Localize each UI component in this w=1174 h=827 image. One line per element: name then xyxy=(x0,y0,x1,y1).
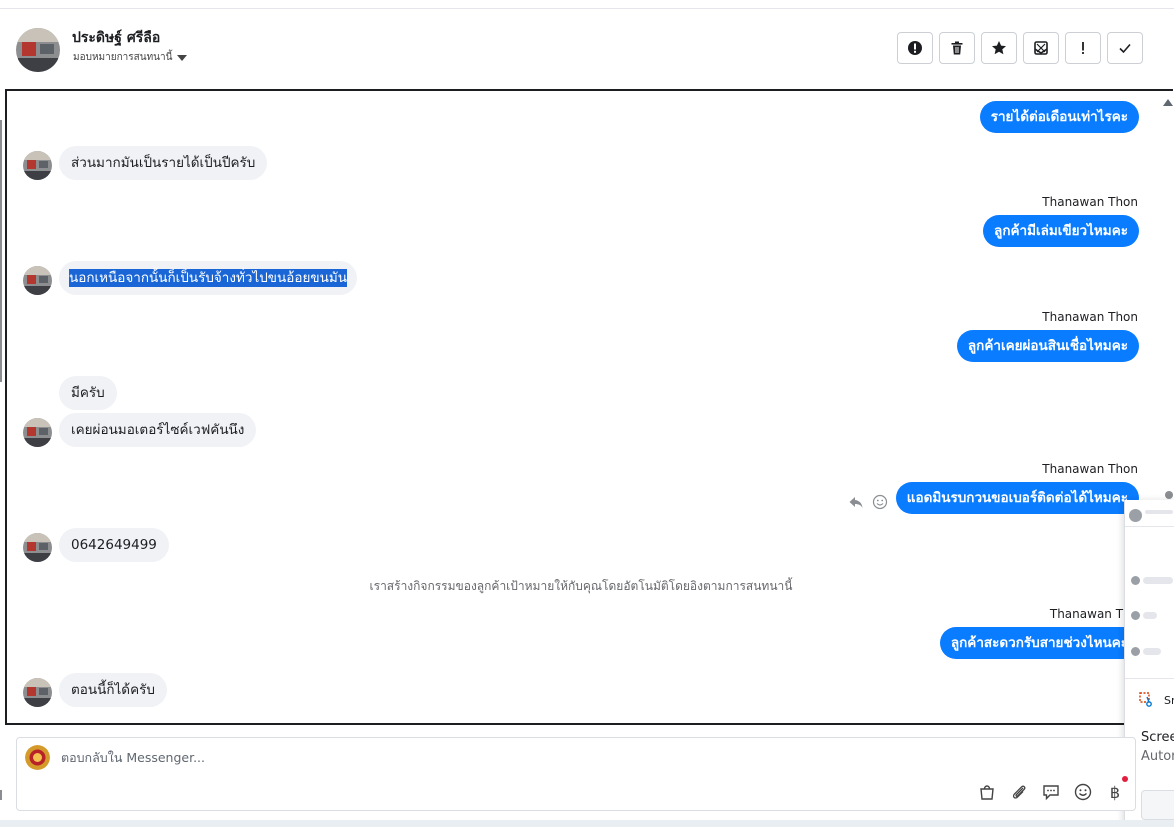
mini-bubble xyxy=(1143,612,1157,619)
assign-label: มอบหมายการสนทนานี้ xyxy=(73,52,173,63)
snip-line-1: Scree xyxy=(1141,730,1174,745)
message-tools xyxy=(848,494,888,510)
selected-text: นอกเหนือจากนั้นก็เป็นรับจ้างทั่วไปขนอ้อย… xyxy=(69,269,347,287)
mark-unread-button[interactable] xyxy=(1023,32,1059,64)
left-panel-edge xyxy=(0,120,2,382)
reply-composer: ฿ xyxy=(16,737,1136,811)
spam-button[interactable] xyxy=(897,32,933,64)
page-avatar xyxy=(25,745,50,770)
attach-button[interactable] xyxy=(1009,782,1029,802)
mini-divider xyxy=(1125,678,1174,679)
sender-name: Thanawan Thon xyxy=(1042,462,1138,476)
bottom-bar xyxy=(0,820,1174,827)
emoji-icon xyxy=(1074,783,1092,801)
mini-divider xyxy=(1125,526,1174,527)
composer-toolbar: ฿ xyxy=(977,776,1128,802)
action-toolbar xyxy=(897,32,1143,64)
emoji-reaction-icon[interactable] xyxy=(872,494,888,510)
follow-up-button[interactable] xyxy=(1065,32,1101,64)
alert-circle-icon xyxy=(908,41,922,55)
mini-avatar xyxy=(1129,509,1142,522)
snip-action-button[interactable] xyxy=(1141,790,1174,820)
incoming-message[interactable]: ส่วนมากมันเป็นรายได้เป็นปีครับ xyxy=(59,146,268,180)
conversation-header: ประดิษฐ์ ศรีลือ มอบหมายการสนทนานี้ xyxy=(0,10,1174,88)
incoming-message[interactable]: ตอนนี้ก็ได้ครับ xyxy=(59,673,167,707)
sender-name: Thanawan Thon xyxy=(1042,195,1138,209)
system-notice: เราสร้างกิจกรรมของลูกค้าเป้าหมายให้กับคุ… xyxy=(369,579,793,593)
incoming-message[interactable]: เคยผ่อนมอเตอร์ไซค์เวฟคันนึง xyxy=(59,413,257,447)
mini-avatar xyxy=(1131,647,1140,656)
mark-unread-icon xyxy=(1034,41,1048,55)
snip-line-2: Autor xyxy=(1141,749,1174,764)
sender-name: Thanawan Thon xyxy=(1042,310,1138,324)
check-icon xyxy=(1119,43,1131,54)
mini-avatar xyxy=(1131,611,1140,620)
snip-app-title: Sn xyxy=(1164,694,1174,707)
contact-avatar[interactable] xyxy=(16,28,60,72)
scroll-up-arrow-icon[interactable] xyxy=(1163,99,1173,106)
outgoing-message[interactable]: ลูกค้ามีเล่มเขียวไหมคะ xyxy=(983,215,1139,247)
notification-dot xyxy=(1122,776,1128,782)
top-divider xyxy=(0,8,1174,9)
mark-done-button[interactable] xyxy=(1107,32,1143,64)
contact-avatar-small xyxy=(23,533,52,562)
left-panel-edge-mark xyxy=(0,790,2,800)
contact-avatar-small xyxy=(23,151,52,180)
incoming-message[interactable]: มีครับ xyxy=(59,376,117,410)
outgoing-message[interactable]: ลูกค้าเคยผ่อนสินเชื่อไหมคะ xyxy=(956,330,1139,362)
reply-icon[interactable] xyxy=(848,494,864,510)
outgoing-message[interactable]: รายได้ต่อเดือนเท่าไรคะ xyxy=(979,101,1139,133)
scroll-indicator[interactable] xyxy=(1165,491,1173,499)
outgoing-message[interactable]: แอดมินรบกวนขอเบอร์ติดต่อได้ไหมคะ xyxy=(895,482,1139,514)
assign-conversation-dropdown[interactable]: มอบหมายการสนทนานี้ xyxy=(73,50,188,65)
baht-icon: ฿ xyxy=(1109,782,1121,802)
message-thread[interactable]: รายได้ต่อเดือนเท่าไรคะ ส่วนมากมันเป็นราย… xyxy=(5,89,1173,725)
bag-icon xyxy=(980,785,994,800)
reply-input[interactable] xyxy=(61,750,961,765)
star-button[interactable] xyxy=(981,32,1017,64)
paperclip-icon xyxy=(1012,785,1026,799)
mini-header xyxy=(1145,510,1173,514)
delete-button[interactable] xyxy=(939,32,975,64)
contact-name: ประดิษฐ์ ศรีลือ xyxy=(72,30,161,46)
incoming-message[interactable]: 0642649499 xyxy=(59,528,169,562)
emoji-button[interactable] xyxy=(1073,782,1093,802)
shop-bag-button[interactable] xyxy=(977,782,997,802)
contact-avatar-small xyxy=(23,678,52,707)
trash-icon xyxy=(951,41,963,55)
contact-avatar-small xyxy=(23,266,52,295)
mini-bubble xyxy=(1143,648,1161,655)
mini-avatar xyxy=(1131,576,1140,585)
saved-reply-icon xyxy=(1043,785,1059,801)
snipping-tool-icon xyxy=(1139,692,1152,707)
saved-replies-button[interactable] xyxy=(1041,782,1061,802)
exclamation-icon xyxy=(1082,42,1084,54)
incoming-message-selected[interactable]: นอกเหนือจากนั้นก็เป็นรับจ้างทั่วไปขนอ้อย… xyxy=(59,261,357,295)
mini-bubble xyxy=(1143,577,1173,584)
contact-avatar-small xyxy=(23,418,52,447)
payment-button[interactable]: ฿ xyxy=(1105,776,1128,802)
star-icon xyxy=(992,41,1006,55)
chevron-down-icon xyxy=(177,54,188,61)
outgoing-message[interactable]: ลูกค้าสะดวกรับสายช่วงไหนคะ xyxy=(939,627,1139,659)
